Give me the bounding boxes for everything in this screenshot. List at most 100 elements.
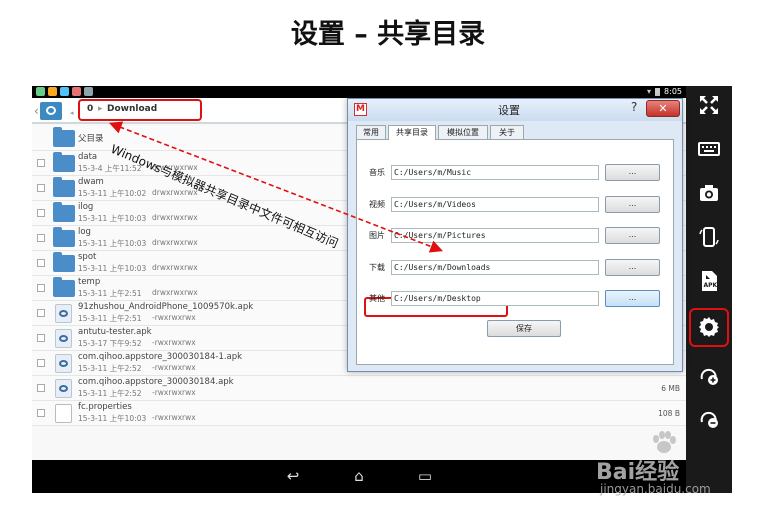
file-row[interactable]: com.qihoo.appstore_300030184.apk 15-3-11 … — [32, 376, 686, 401]
file-name: com.qihoo.appstore_300030184-1.apk — [78, 352, 243, 362]
file-permissions: -rwxrwxrwx — [152, 413, 196, 422]
folder-icon — [53, 202, 75, 222]
file-name: temp — [78, 277, 101, 287]
browse-button[interactable]: ... — [605, 227, 660, 244]
dialog-title-bar[interactable]: M 设置 ? ✕ — [348, 99, 682, 121]
file-date: 15-3-11 上午2:52 — [78, 389, 142, 398]
dir-path-input[interactable]: C:/Users/m/Music — [391, 165, 599, 180]
file-size: 6 MB — [661, 384, 680, 393]
file-date: 15-3-11 上午2:51 — [78, 289, 142, 298]
row-checkbox[interactable] — [37, 334, 45, 342]
home-nav-icon[interactable]: ⌂ — [346, 466, 372, 486]
svg-text:APK: APK — [704, 282, 718, 289]
file-date: 15-3-11 上午10:03 — [78, 264, 147, 273]
breadcrumb-current[interactable]: Download — [107, 104, 157, 114]
notification-icon — [72, 87, 81, 96]
file-permissions: -rwxrwxrwx — [152, 388, 196, 397]
help-button[interactable]: ? — [631, 100, 637, 114]
android-nav-bar: ↩ ⌂ ▭ — [32, 460, 686, 493]
file-name: spot — [78, 252, 97, 262]
folder-icon — [53, 252, 75, 272]
fullscreen-icon[interactable] — [694, 90, 724, 120]
row-checkbox[interactable] — [37, 184, 45, 192]
shared-dir-row: 其他 C:/Users/m/Desktop... — [357, 290, 675, 307]
row-checkbox[interactable] — [37, 284, 45, 292]
camera-folder-button[interactable] — [40, 102, 62, 120]
android-logo-icon — [59, 360, 68, 367]
android-logo-icon — [59, 310, 68, 317]
file-permissions: -rwxrwxrwx — [152, 313, 196, 322]
file-name: fc.properties — [78, 402, 132, 412]
dir-path-input[interactable]: C:/Users/m/Downloads — [391, 260, 599, 275]
file-permissions: drwxrwxrwx — [152, 263, 198, 272]
breadcrumb-root[interactable]: 0 — [87, 104, 93, 114]
file-name: com.qihoo.appstore_300030184.apk — [78, 377, 234, 387]
file-date: 15-3-11 上午2:51 — [78, 314, 142, 323]
camera-icon[interactable] — [694, 178, 724, 208]
apk-icon[interactable]: APK — [694, 266, 724, 296]
rotate-icon[interactable] — [694, 222, 724, 252]
back-nav-icon[interactable]: ↩ — [280, 466, 306, 486]
row-checkbox[interactable] — [37, 259, 45, 267]
file-name: antutu-tester.apk — [78, 327, 152, 337]
apk-file-icon — [55, 379, 72, 398]
row-checkbox[interactable] — [37, 384, 45, 392]
browse-button[interactable]: ... — [605, 290, 660, 307]
settings-icon[interactable] — [694, 312, 724, 342]
keyboard-icon[interactable] — [694, 134, 724, 164]
volume-down-icon[interactable] — [694, 404, 724, 434]
file-name: data — [78, 152, 98, 162]
android-logo-icon — [59, 385, 68, 392]
file-row[interactable]: fc.properties 15-3-11 上午10:03 -rwxrwxrwx 10… — [32, 401, 686, 426]
folder-icon — [53, 127, 75, 147]
file-permissions: -rwxrwxrwx — [152, 363, 196, 372]
status-time: 8:05 — [664, 87, 682, 96]
notification-icon — [48, 87, 57, 96]
notification-icon — [60, 87, 69, 96]
android-status-bar: ▾ 8:05 — [32, 86, 686, 98]
row-checkbox[interactable] — [37, 159, 45, 167]
app-logo-icon: M — [354, 103, 367, 116]
row-checkbox[interactable] — [37, 309, 45, 317]
dialog-tab[interactable]: 常用 — [356, 125, 386, 139]
settings-dialog: M 设置 ? ✕ 常用 共享目录 模拟位置 关于 保存 音乐 C:/Users/m/Mu… — [347, 98, 683, 372]
file-name: 父目录 — [78, 134, 104, 144]
file-date: 15-3-11 上午10:02 — [78, 189, 147, 198]
dir-label: 其他 — [369, 294, 385, 303]
close-button[interactable]: ✕ — [646, 100, 680, 117]
notification-icon — [84, 87, 93, 96]
file-name: dwam — [78, 177, 104, 187]
browse-button[interactable]: ... — [605, 259, 660, 276]
dialog-tab[interactable]: 模拟位置 — [438, 125, 488, 139]
document-icon — [55, 404, 72, 423]
dir-path-input[interactable]: C:/Users/m/Pictures — [391, 228, 599, 243]
row-checkbox[interactable] — [37, 234, 45, 242]
stage: 设置 – 共享目录 ▾ 8:05 ‹ ◂ 0 ▸ Download 父目录 da… — [0, 0, 776, 519]
file-date: 15-3-11 上午10:03 — [78, 239, 147, 248]
dialog-tab[interactable]: 关于 — [490, 125, 524, 139]
dir-path-input[interactable]: C:/Users/m/Desktop — [391, 291, 599, 306]
folder-icon — [53, 152, 75, 172]
dir-path-input[interactable]: C:/Users/m/Videos — [391, 197, 599, 212]
dialog-tab[interactable]: 共享目录 — [388, 125, 436, 140]
emulator-toolbar: APK — [686, 86, 732, 493]
folder-icon — [53, 177, 75, 197]
browse-button[interactable]: ... — [605, 164, 660, 181]
apk-file-icon — [55, 329, 72, 348]
file-name: ilog — [78, 202, 94, 212]
row-checkbox[interactable] — [37, 359, 45, 367]
file-name: 91zhushou_AndroidPhone_1009570k.apk — [78, 302, 254, 312]
browse-button[interactable]: ... — [605, 196, 660, 213]
shared-dir-panel: 保存 音乐 C:/Users/m/Music... 视频 C:/Users/m/Vid… — [356, 139, 674, 365]
save-button[interactable]: 保存 — [487, 320, 561, 337]
volume-up-icon[interactable] — [694, 361, 724, 391]
row-checkbox[interactable] — [37, 409, 45, 417]
file-size: 108 B — [658, 409, 680, 418]
watermark-url: jingyan.baidu.com — [600, 482, 711, 496]
status-right: ▾ 8:05 — [647, 87, 682, 96]
shared-dir-row: 图片 C:/Users/m/Pictures... — [357, 227, 675, 244]
shared-dir-row: 视频 C:/Users/m/Videos... — [357, 196, 675, 213]
row-checkbox[interactable] — [37, 209, 45, 217]
wifi-icon: ▾ — [647, 87, 652, 96]
recent-apps-icon[interactable]: ▭ — [412, 466, 438, 486]
